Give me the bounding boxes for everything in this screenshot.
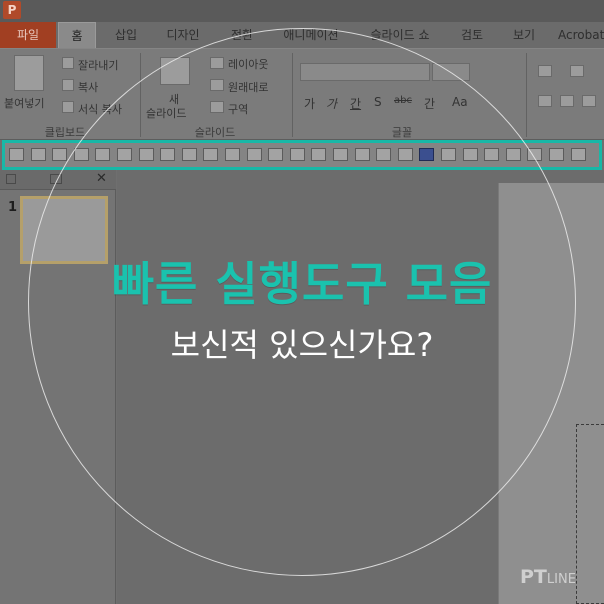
watermark-main: PT (520, 566, 547, 588)
align-right-icon[interactable] (30, 148, 46, 161)
watermark-sub: LINE (546, 572, 576, 587)
powerpoint-logo-icon[interactable]: P (3, 1, 21, 19)
align-right-text-icon[interactable] (582, 95, 596, 107)
tab-acrobat[interactable]: Acrobat (558, 22, 604, 48)
slides-view-icon[interactable] (6, 174, 16, 184)
copy-button[interactable]: 복사 (78, 79, 98, 95)
overlay-subline: 보신적 있으신가요? (170, 326, 434, 364)
tab-insert[interactable]: 삽입 (108, 22, 144, 48)
align-top-icon[interactable] (52, 148, 68, 161)
bullets-icon[interactable] (538, 65, 552, 77)
title-bar: P (0, 0, 604, 22)
align-center-text-icon[interactable] (560, 95, 574, 107)
tab-review[interactable]: 검토 (452, 22, 492, 48)
numbering-icon[interactable] (570, 65, 584, 77)
copy-icon[interactable] (62, 79, 74, 91)
format-painter-icon[interactable] (62, 101, 74, 113)
tab-file[interactable]: 파일 (0, 22, 56, 48)
watermark: PTLINE (520, 566, 576, 588)
paste-button[interactable]: 붙여넣기 (4, 95, 44, 111)
scissors-icon[interactable] (62, 57, 74, 69)
overlay-headline: 빠른 실행도구 모음 (111, 257, 493, 311)
table-merge-icon[interactable] (570, 148, 586, 161)
content-placeholder[interactable] (576, 424, 604, 604)
slide-number: 1 (8, 200, 18, 215)
ribbon-separator (526, 53, 527, 137)
table-split-icon[interactable] (549, 148, 564, 161)
tab-view[interactable]: 보기 (504, 22, 544, 48)
align-left-icon[interactable] (9, 148, 24, 161)
align-left-text-icon[interactable] (538, 95, 552, 107)
cut-button[interactable]: 잘라내기 (78, 57, 118, 73)
tab-design[interactable]: 디자인 (158, 22, 208, 48)
tab-home[interactable]: 홈 (58, 22, 96, 48)
paste-icon[interactable] (14, 55, 44, 91)
